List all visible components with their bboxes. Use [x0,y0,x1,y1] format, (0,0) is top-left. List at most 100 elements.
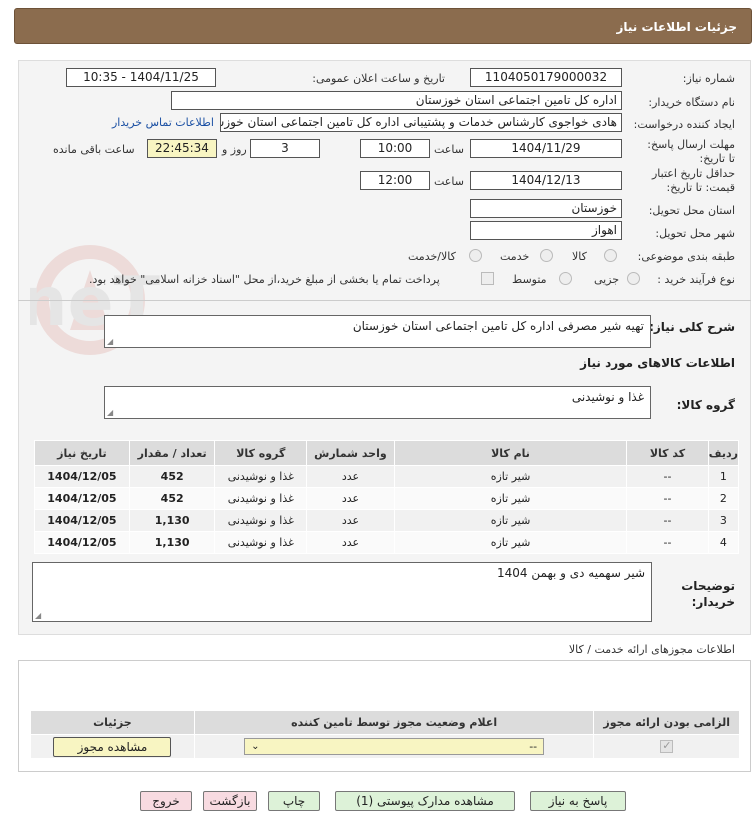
creator-field: هادی خواجوی کارشناس خدمات و پشتیبانی ادا… [220,113,622,132]
cell-unit: عدد [306,531,395,554]
cell-quantity: 1,130 [128,509,216,532]
col-code: کد کالا [626,440,709,466]
remaining-time-field: 22:45:34 [147,139,217,158]
cell-name: شیر تازه [393,487,628,510]
category-radio-goods[interactable] [604,249,617,262]
page-title-bar: جزئیات اطلاعات نیاز [14,8,752,44]
cell-date: 1404/12/05 [34,509,130,532]
buyer-label: نام دستگاه خریدار: [648,96,735,109]
deadline-label: مهلت ارسال پاسخ: تا تاریخ: [647,138,735,165]
deadline-date-field: 1404/11/29 [470,139,622,158]
payment-note: پرداخت تمام یا بخشی از مبلغ خرید،از محل … [89,273,440,286]
chevron-down-icon: ⌄ [251,741,260,752]
cell-name: شیر تازه [393,531,628,554]
goods-group-textarea: غذا و نوشیدنی ◢ [104,386,651,419]
col-license-status: اعلام وضعیت مجوز توسط تامین کننده [193,710,595,735]
license-table: الزامی بودن ارائه مجوز اعلام وضعیت مجوز … [30,710,740,759]
license-status-cell: ⌄ -- [193,734,595,759]
col-license-details: جزئیات [30,710,195,735]
need-number-label: شماره نیاز: [682,72,735,85]
remaining-label: ساعت باقی مانده [53,143,135,156]
cell-row: 4 [707,531,740,554]
process-label: نوع فرآیند خرید : [657,273,735,286]
table-row: 2 -- شیر تازه عدد غذا و نوشیدنی 452 1404… [34,487,740,510]
view-license-button[interactable]: مشاهده مجوز [53,736,172,757]
description-textarea: تهیه شیر مصرفی اداره کل تامین اجتماعی اس… [104,315,651,348]
buyer-notes-text: شیر سهمیه دی و بهمن 1404 [497,566,645,580]
cell-quantity: 452 [128,487,216,510]
cell-name: شیر تازه [393,509,628,532]
print-button[interactable]: چاپ [268,791,320,811]
goods-section-title: اطلاعات کالاهای مورد نیاز [580,356,735,370]
buyer-notes-textarea: شیر سهمیه دی و بهمن 1404 ◢ [32,562,652,622]
cell-date: 1404/12/05 [34,465,130,488]
back-button[interactable]: بازگشت [203,791,257,811]
cell-group: غذا و نوشیدنی [214,509,308,532]
need-number-field: 1104050179000032 [470,68,622,87]
cell-row: 1 [707,465,740,488]
cell-quantity: 1,130 [128,531,216,554]
license-required-checkbox[interactable]: ✓ [660,739,674,754]
validity-time-label: ساعت [434,175,464,188]
cell-quantity: 452 [128,465,216,488]
col-group: گروه کالا [214,440,308,466]
process-radio-medium[interactable] [559,272,572,285]
announce-field: 1404/11/25 - 10:35 [66,68,216,87]
goods-group-text: غذا و نوشیدنی [571,390,644,404]
validity-time-field: 12:00 [360,171,430,190]
license-details-cell: مشاهده مجوز [30,734,195,759]
city-label: شهر محل تحویل: [655,227,735,240]
announce-label: تاریخ و ساعت اعلان عمومی: [312,72,445,85]
cell-unit: عدد [306,509,395,532]
days-label: روز و [222,143,247,156]
exit-button[interactable]: خروج [140,791,192,811]
cell-date: 1404/12/05 [34,531,130,554]
cell-group: غذا و نوشیدنی [214,465,308,488]
cell-code: -- [626,487,709,510]
resize-handle-icon: ◢ [107,337,114,346]
license-required-cell: ✓ [593,734,740,759]
license-table-header: الزامی بودن ارائه مجوز اعلام وضعیت مجوز … [30,710,740,735]
category-label: طبقه بندی موضوعی: [637,250,735,263]
category-option-goods: کالا [572,250,587,263]
cell-row: 3 [707,509,740,532]
license-row: ✓ ⌄ -- مشاهده مجوز [30,734,740,759]
city-field: اهواز [470,221,622,240]
category-radio-service[interactable] [540,249,553,262]
cell-date: 1404/12/05 [34,487,130,510]
cell-unit: عدد [306,487,395,510]
page-title: جزئیات اطلاعات نیاز [616,20,737,34]
province-field: خوزستان [470,199,622,218]
view-attachments-button[interactable]: مشاهده مدارک پیوستی (1) [335,791,515,811]
license-status-select[interactable]: ⌄ -- [244,738,545,755]
days-field: 3 [250,139,320,158]
section-divider [18,300,751,301]
process-radio-minor[interactable] [627,272,640,285]
cell-code: -- [626,531,709,554]
table-row: 1 -- شیر تازه عدد غذا و نوشیدنی 452 1404… [34,465,740,488]
buyer-notes-label: توضیحات خریدار: [681,579,735,609]
process-option-minor: جزیی [594,273,620,286]
treasury-checkbox[interactable] [481,272,494,285]
process-option-medium: متوسط [512,273,547,286]
cell-group: غذا و نوشیدنی [214,531,308,554]
table-row: 3 -- شیر تازه عدد غذا و نوشیدنی 1,130 14… [34,509,740,532]
description-text: تهیه شیر مصرفی اداره کل تامین اجتماعی اس… [352,319,644,333]
col-row: ردیف [707,440,740,466]
cell-group: غذا و نوشیدنی [214,487,308,510]
category-option-both: کالا/خدمت [408,250,456,263]
buyer-contact-link[interactable]: اطلاعات تماس خریدار [112,116,214,129]
cell-code: -- [626,465,709,488]
category-radio-both[interactable] [469,249,482,262]
province-label: استان محل تحویل: [648,204,735,217]
col-quantity: تعداد / مقدار [128,440,216,466]
cell-code: -- [626,509,709,532]
cell-unit: عدد [306,465,395,488]
reply-button[interactable]: پاسخ به نیاز [530,791,626,811]
col-unit: واحد شمارش [306,440,395,466]
deadline-time-field: 10:00 [360,139,430,158]
buyer-field: اداره کل تامین اجتماعی استان خوزستان [171,91,622,110]
description-label: شرح کلی نیاز: [649,320,735,334]
creator-label: ایجاد کننده درخواست: [633,118,735,131]
resize-handle-icon: ◢ [35,611,42,620]
